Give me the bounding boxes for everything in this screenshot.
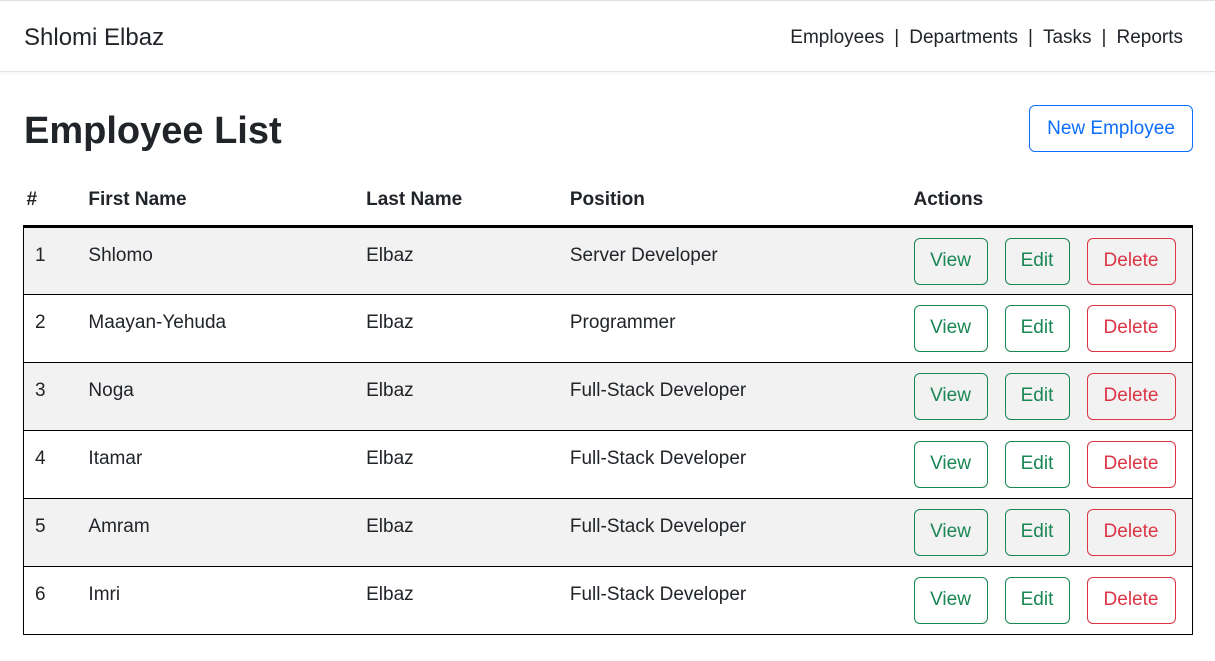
cell-number: 1: [23, 225, 89, 295]
cell-first-name: Itamar: [88, 429, 367, 499]
nav-separator: |: [1101, 27, 1107, 48]
view-button[interactable]: View: [913, 576, 988, 624]
employee-table: # First Name Last Name Position Actions …: [23, 176, 1193, 635]
delete-button[interactable]: Delete: [1086, 372, 1176, 420]
edit-button[interactable]: Edit: [1004, 237, 1070, 285]
cell-number: 4: [23, 429, 89, 499]
cell-last-name: Elbaz: [366, 429, 570, 499]
nav-links: Employees | Departments | Tasks | Report…: [790, 25, 1183, 51]
nav-separator: |: [1028, 27, 1033, 48]
nav-link-departments[interactable]: Departments: [909, 25, 1018, 51]
cell-actions: View Edit Delete: [913, 293, 1193, 363]
view-button[interactable]: View: [913, 508, 988, 556]
cell-number: 5: [23, 497, 89, 567]
view-button[interactable]: View: [913, 237, 988, 285]
delete-button[interactable]: Delete: [1086, 508, 1176, 556]
cell-position: Full-Stack Developer: [569, 361, 914, 431]
header-last-name: Last Name: [366, 176, 570, 228]
row-actions: View Edit Delete: [913, 304, 1193, 352]
cell-position: Full-Stack Developer: [569, 565, 914, 635]
row-actions: View Edit Delete: [913, 237, 1193, 285]
edit-button[interactable]: Edit: [1004, 440, 1070, 488]
table-header: # First Name Last Name Position Actions: [23, 176, 1193, 228]
navbar-brand[interactable]: Shlomi Elbaz: [24, 23, 164, 53]
cell-last-name: Elbaz: [366, 497, 570, 567]
cell-actions: View Edit Delete: [913, 497, 1193, 567]
nav-link-reports[interactable]: Reports: [1116, 25, 1183, 51]
view-button[interactable]: View: [913, 372, 988, 420]
cell-position: Full-Stack Developer: [569, 429, 914, 499]
table-row: 1 Shlomo Elbaz Server Developer View Edi…: [23, 225, 1193, 295]
view-button[interactable]: View: [913, 304, 988, 352]
cell-first-name: Noga: [88, 361, 367, 431]
delete-button[interactable]: Delete: [1086, 304, 1176, 352]
delete-button[interactable]: Delete: [1086, 576, 1176, 624]
nav-link-employees[interactable]: Employees: [790, 25, 884, 51]
delete-button[interactable]: Delete: [1086, 440, 1176, 488]
table-row: 4 Itamar Elbaz Full-Stack Developer View…: [23, 429, 1193, 499]
cell-number: 2: [23, 293, 89, 363]
row-actions: View Edit Delete: [913, 508, 1193, 556]
cell-actions: View Edit Delete: [913, 565, 1193, 635]
new-employee-button[interactable]: New Employee: [1029, 105, 1193, 152]
cell-last-name: Elbaz: [366, 293, 570, 363]
cell-position: Server Developer: [569, 225, 914, 295]
delete-button[interactable]: Delete: [1086, 237, 1176, 285]
edit-button[interactable]: Edit: [1004, 576, 1070, 624]
nav-link-tasks[interactable]: Tasks: [1043, 25, 1092, 51]
cell-number: 3: [23, 361, 89, 431]
row-actions: View Edit Delete: [913, 372, 1193, 420]
nav-separator: |: [894, 27, 900, 48]
page-title: Employee List: [24, 110, 282, 152]
header-number: #: [23, 176, 89, 228]
table-body: 1 Shlomo Elbaz Server Developer View Edi…: [23, 225, 1193, 635]
cell-last-name: Elbaz: [366, 565, 570, 635]
employee-table-container: # First Name Last Name Position Actions …: [23, 176, 1193, 635]
edit-button[interactable]: Edit: [1004, 304, 1070, 352]
navbar: Shlomi Elbaz Employees | Departments | T…: [0, 0, 1215, 72]
cell-actions: View Edit Delete: [913, 361, 1193, 431]
cell-first-name: Maayan-Yehuda: [88, 293, 367, 363]
cell-first-name: Shlomo: [88, 225, 367, 295]
cell-last-name: Elbaz: [366, 361, 570, 431]
view-button[interactable]: View: [913, 440, 988, 488]
edit-button[interactable]: Edit: [1004, 508, 1070, 556]
cell-last-name: Elbaz: [366, 225, 570, 295]
header-position: Position: [569, 176, 914, 228]
table-row: 3 Noga Elbaz Full-Stack Developer View E…: [23, 361, 1193, 431]
cell-actions: View Edit Delete: [913, 225, 1193, 295]
cell-first-name: Amram: [88, 497, 367, 567]
table-header-row: # First Name Last Name Position Actions: [23, 176, 1193, 228]
cell-actions: View Edit Delete: [913, 429, 1193, 499]
table-row: 2 Maayan-Yehuda Elbaz Programmer View Ed…: [23, 293, 1193, 363]
table-row: 5 Amram Elbaz Full-Stack Developer View …: [23, 497, 1193, 567]
cell-position: Programmer: [569, 293, 914, 363]
cell-position: Full-Stack Developer: [569, 497, 914, 567]
edit-button[interactable]: Edit: [1004, 372, 1070, 420]
cell-first-name: Imri: [88, 565, 367, 635]
table-row: 6 Imri Elbaz Full-Stack Developer View E…: [23, 565, 1193, 635]
header-first-name: First Name: [88, 176, 367, 228]
header-actions: Actions: [913, 176, 1193, 228]
row-actions: View Edit Delete: [913, 576, 1193, 624]
row-actions: View Edit Delete: [913, 440, 1193, 488]
cell-number: 6: [23, 565, 89, 635]
